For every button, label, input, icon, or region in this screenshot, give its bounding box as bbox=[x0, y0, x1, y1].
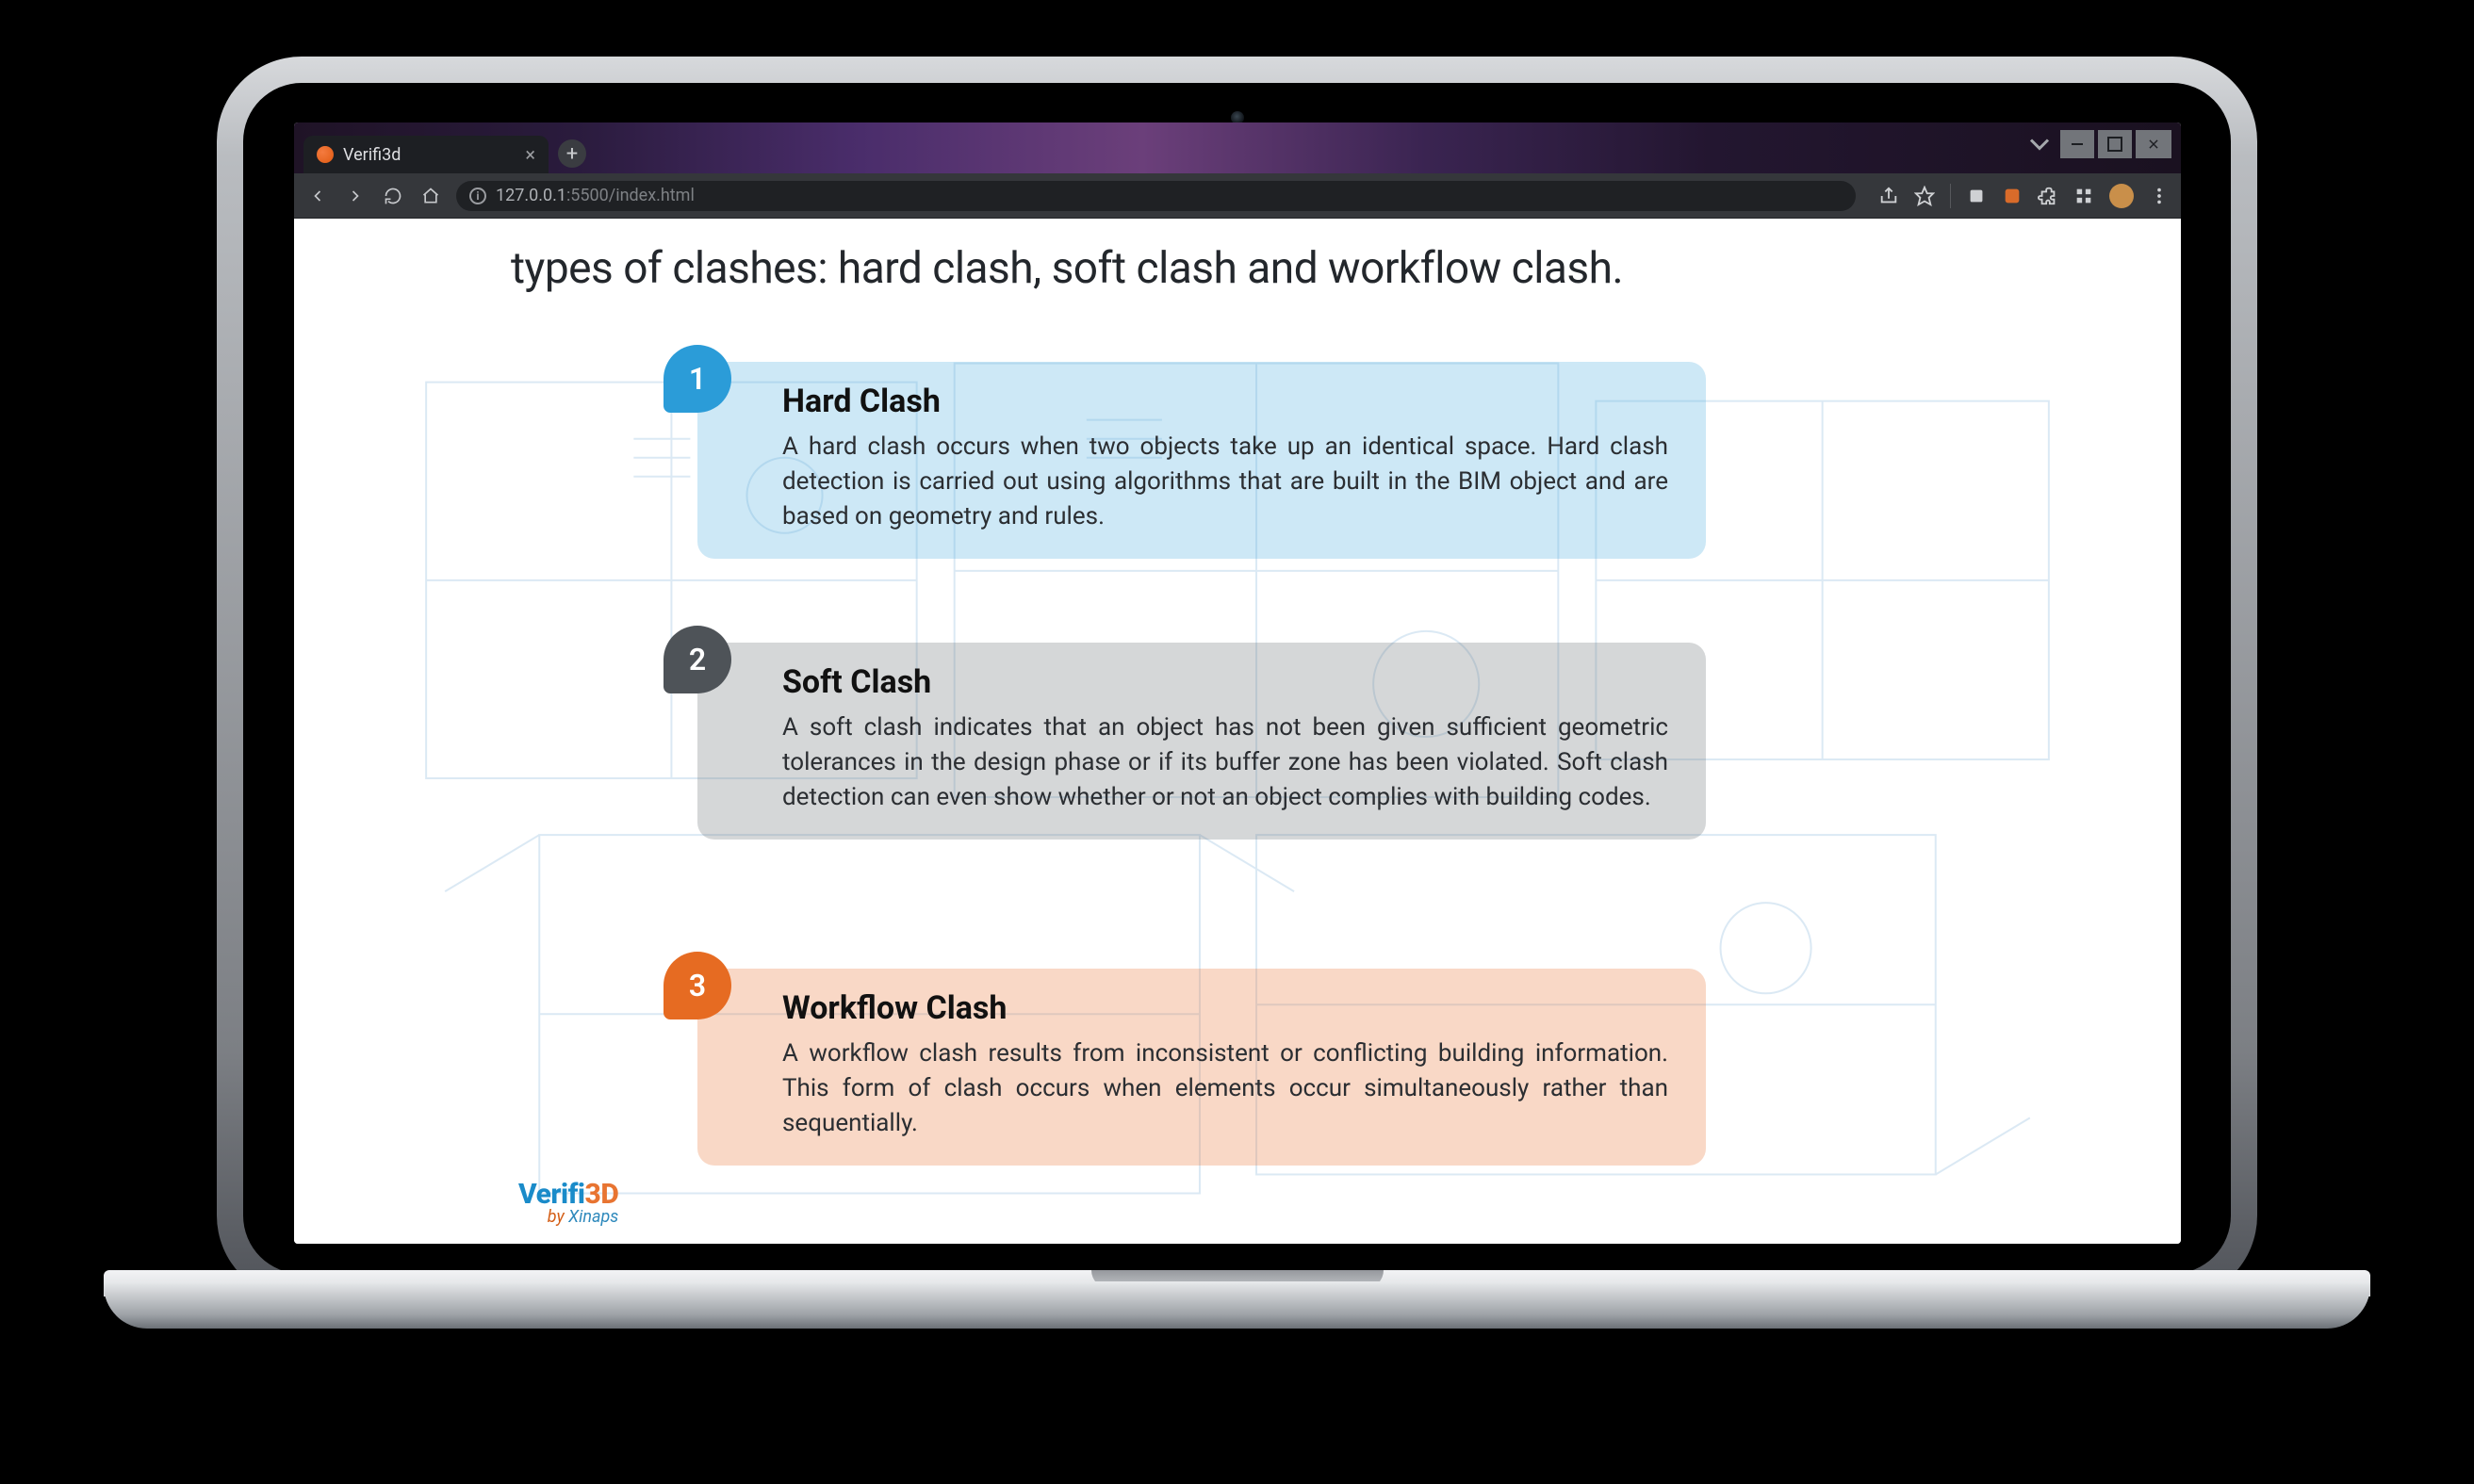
toolbar-right bbox=[1878, 184, 2170, 208]
card-body-soft: A soft clash indicates that an object ha… bbox=[782, 710, 1668, 815]
clash-card-workflow: 3 Workflow Clash A workflow clash result… bbox=[697, 969, 1706, 1166]
screen-viewport: Verifi3d × + i bbox=[294, 122, 2181, 1244]
address-bar[interactable]: i 127.0.0.1:5500/index.html bbox=[456, 181, 1856, 211]
card-title-workflow: Workflow Clash bbox=[782, 989, 1668, 1027]
site-info-icon[interactable]: i bbox=[469, 188, 486, 204]
page-content: types of clashes: hard clash, soft clash… bbox=[294, 219, 2181, 1244]
tab-favicon bbox=[317, 146, 334, 163]
logo-byline-name: Xinaps bbox=[568, 1207, 618, 1227]
window-chevron-icon[interactable] bbox=[2023, 130, 2056, 158]
url-path: :5500/index.html bbox=[566, 186, 695, 205]
bookmark-icon[interactable] bbox=[1914, 186, 1935, 206]
badge-3: 3 bbox=[664, 952, 731, 1019]
card-title-soft: Soft Clash bbox=[782, 663, 1668, 701]
url-host: 127.0.0.1 bbox=[496, 186, 566, 205]
kebab-menu-icon[interactable] bbox=[2149, 186, 2170, 206]
browser-tab[interactable]: Verifi3d × bbox=[303, 136, 549, 173]
badge-2: 2 bbox=[664, 626, 731, 693]
toolbar-separator bbox=[1950, 184, 1951, 208]
window-close-button[interactable] bbox=[2136, 130, 2171, 158]
profile-avatar[interactable] bbox=[2109, 184, 2134, 208]
window-maximize-button[interactable] bbox=[2098, 130, 2132, 158]
badge-1: 1 bbox=[664, 345, 731, 413]
window-minimize-button[interactable] bbox=[2060, 130, 2094, 158]
extensions-puzzle-icon[interactable] bbox=[2038, 186, 2058, 206]
extension-icon-1[interactable] bbox=[1966, 186, 1987, 206]
page-heading-fragment: types of clashes: hard clash, soft clash… bbox=[511, 243, 1623, 294]
extension-icon-2[interactable] bbox=[2002, 186, 2023, 206]
new-tab-button[interactable]: + bbox=[558, 139, 586, 168]
logo-part2: 3D bbox=[585, 1178, 619, 1211]
clash-card-soft: 2 Soft Clash A soft clash indicates that… bbox=[697, 643, 1706, 840]
logo-byline-by: by bbox=[548, 1207, 568, 1227]
app-launcher-icon[interactable] bbox=[2073, 186, 2094, 206]
card-title-hard: Hard Clash bbox=[782, 383, 1668, 420]
laptop-shadow bbox=[104, 1329, 2370, 1410]
nav-reload-button[interactable] bbox=[381, 184, 405, 208]
logo-part1: Verifi bbox=[518, 1178, 585, 1211]
tab-close-button[interactable]: × bbox=[525, 145, 535, 164]
nav-home-button[interactable] bbox=[418, 184, 443, 208]
nav-forward-button[interactable] bbox=[343, 184, 368, 208]
clash-card-hard: 1 Hard Clash A hard clash occurs when tw… bbox=[697, 362, 1706, 559]
browser-titlebar: Verifi3d × + bbox=[294, 122, 2181, 173]
laptop-base bbox=[104, 1281, 2370, 1329]
window-controls bbox=[2023, 130, 2171, 158]
card-body-hard: A hard clash occurs when two objects tak… bbox=[782, 430, 1668, 534]
browser-toolbar: i 127.0.0.1:5500/index.html bbox=[294, 173, 2181, 219]
tab-title: Verifi3d bbox=[343, 145, 401, 165]
share-icon[interactable] bbox=[1878, 186, 1899, 206]
verifi3d-logo: Verifi3D by Xinaps bbox=[518, 1178, 618, 1227]
nav-back-button[interactable] bbox=[305, 184, 330, 208]
card-body-workflow: A workflow clash results from inconsiste… bbox=[782, 1036, 1668, 1141]
